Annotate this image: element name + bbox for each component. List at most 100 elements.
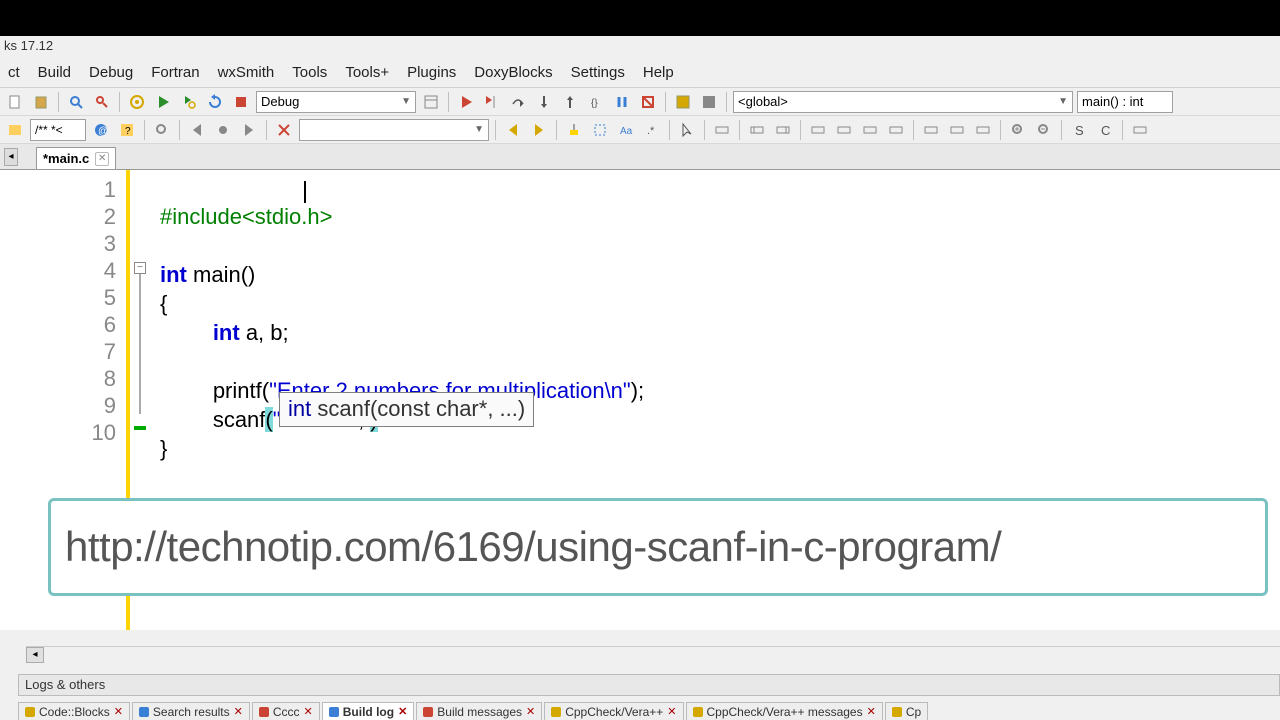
step-into-icon[interactable] — [533, 91, 555, 113]
match-case-icon[interactable]: Aa — [615, 119, 637, 141]
find-replace-icon[interactable] — [91, 91, 113, 113]
menu-tools[interactable]: Tools — [292, 64, 327, 81]
abort-icon[interactable] — [230, 91, 252, 113]
step-over-icon[interactable] — [507, 91, 529, 113]
menu-build[interactable]: Build — [38, 64, 71, 81]
clear-icon[interactable] — [273, 119, 295, 141]
scope-dropdown[interactable]: <global> ▼ — [733, 91, 1073, 113]
log-tab-extra[interactable]: Cp — [885, 702, 928, 720]
target-options-icon[interactable] — [420, 91, 442, 113]
menu-doxyblocks[interactable]: DoxyBlocks — [474, 64, 552, 81]
rebuild-icon[interactable] — [204, 91, 226, 113]
build-run-icon[interactable] — [178, 91, 200, 113]
chevron-down-icon: ▼ — [474, 124, 484, 135]
menu-plugins[interactable]: Plugins — [407, 64, 456, 81]
nav-back-icon[interactable] — [186, 119, 208, 141]
close-icon[interactable]: ✕ — [867, 705, 876, 718]
info-icon[interactable] — [698, 91, 720, 113]
tab-icon — [139, 707, 149, 717]
title-bar-fragment: ks 17.12 — [0, 36, 1280, 58]
tab-icon — [25, 707, 35, 717]
box2-icon[interactable] — [746, 119, 768, 141]
nav-dot-icon[interactable] — [212, 119, 234, 141]
find-icon[interactable] — [65, 91, 87, 113]
letter-s-icon[interactable]: S — [1068, 119, 1090, 141]
zoom-fit-icon[interactable] — [151, 119, 173, 141]
close-icon[interactable]: ✕ — [234, 705, 243, 718]
box5-icon[interactable] — [833, 119, 855, 141]
tab-icon — [693, 707, 703, 717]
horizontal-scrollbar[interactable]: ◂ — [26, 646, 1280, 664]
box10-icon[interactable] — [972, 119, 994, 141]
cursor-icon[interactable] — [676, 119, 698, 141]
menu-settings[interactable]: Settings — [571, 64, 625, 81]
scroll-left-button[interactable]: ◂ — [26, 647, 44, 663]
doxy-comment-icon[interactable] — [4, 119, 26, 141]
menu-fortran[interactable]: Fortran — [151, 64, 199, 81]
svg-text:?: ? — [125, 126, 131, 137]
highlight-icon[interactable] — [563, 119, 585, 141]
function-scope-value: main() : int — [1082, 94, 1143, 109]
close-icon[interactable]: ✕ — [526, 705, 535, 718]
svg-text:C: C — [1101, 123, 1110, 138]
run-icon[interactable] — [152, 91, 174, 113]
letter-c-icon[interactable]: C — [1094, 119, 1116, 141]
menu-debug[interactable]: Debug — [89, 64, 133, 81]
log-tab-cppcheck-messages[interactable]: CppCheck/Vera++ messages✕ — [686, 702, 883, 720]
tab-icon — [892, 707, 902, 717]
function-scope-dropdown[interactable]: main() : int — [1077, 91, 1173, 113]
zoom-in-icon[interactable] — [1007, 119, 1029, 141]
log-tab-build-messages[interactable]: Build messages✕ — [416, 702, 542, 720]
box6-icon[interactable] — [859, 119, 881, 141]
fold-toggle-icon[interactable]: − — [134, 262, 146, 274]
stop-debug-icon[interactable] — [637, 91, 659, 113]
at-doxy-icon[interactable]: @ — [90, 119, 112, 141]
break-icon[interactable] — [611, 91, 633, 113]
menu-project-partial[interactable]: ct — [8, 64, 20, 81]
box9-icon[interactable] — [946, 119, 968, 141]
close-icon[interactable]: ✕ — [114, 705, 123, 718]
box-last-icon[interactable] — [1129, 119, 1151, 141]
regex-icon[interactable]: .* — [641, 119, 663, 141]
log-tab-build-log[interactable]: Build log✕ — [322, 702, 415, 720]
selection-icon[interactable] — [589, 119, 611, 141]
close-icon[interactable]: ✕ — [304, 705, 313, 718]
build-target-dropdown[interactable]: Debug ▼ — [256, 91, 416, 113]
log-tab-search[interactable]: Search results✕ — [132, 702, 250, 720]
box8-icon[interactable] — [920, 119, 942, 141]
close-icon[interactable]: ✕ — [398, 705, 407, 718]
prev-icon[interactable] — [502, 119, 524, 141]
build-target-value: Debug — [261, 94, 299, 109]
box1-icon[interactable] — [711, 119, 733, 141]
box7-icon[interactable] — [885, 119, 907, 141]
box3-icon[interactable] — [772, 119, 794, 141]
new-file-icon[interactable] — [4, 91, 26, 113]
nav-forward-icon[interactable] — [238, 119, 260, 141]
log-tab-cppcheck[interactable]: CppCheck/Vera++✕ — [544, 702, 683, 720]
close-icon[interactable]: ✕ — [95, 152, 109, 166]
zoom-out-icon[interactable] — [1033, 119, 1055, 141]
help-doxy-icon[interactable]: ? — [116, 119, 138, 141]
build-icon[interactable] — [126, 91, 148, 113]
close-icon[interactable]: ✕ — [667, 705, 676, 718]
logs-panel-header[interactable]: Logs & others — [18, 674, 1280, 696]
step-out-icon[interactable] — [559, 91, 581, 113]
next-instruction-icon[interactable]: {} — [585, 91, 607, 113]
debugging-windows-icon[interactable] — [672, 91, 694, 113]
tabbar-scroll-handle[interactable]: ◂ — [4, 148, 18, 166]
fold-end-marker — [134, 426, 146, 430]
comment-style-field[interactable]: /** *< — [30, 119, 86, 141]
paste-icon[interactable] — [30, 91, 52, 113]
tab-main-c[interactable]: *main.c ✕ — [36, 147, 116, 169]
box4-icon[interactable] — [807, 119, 829, 141]
log-tab-codeblocks[interactable]: Code::Blocks✕ — [18, 702, 130, 720]
next-icon[interactable] — [528, 119, 550, 141]
menu-help[interactable]: Help — [643, 64, 674, 81]
empty-dropdown[interactable]: ▼ — [299, 119, 489, 141]
menu-tools-plus[interactable]: Tools+ — [345, 64, 389, 81]
scope-value: <global> — [738, 94, 788, 109]
menu-wxsmith[interactable]: wxSmith — [218, 64, 275, 81]
debug-start-icon[interactable] — [455, 91, 477, 113]
run-to-cursor-icon[interactable] — [481, 91, 503, 113]
log-tab-cccc[interactable]: Cccc✕ — [252, 702, 320, 720]
